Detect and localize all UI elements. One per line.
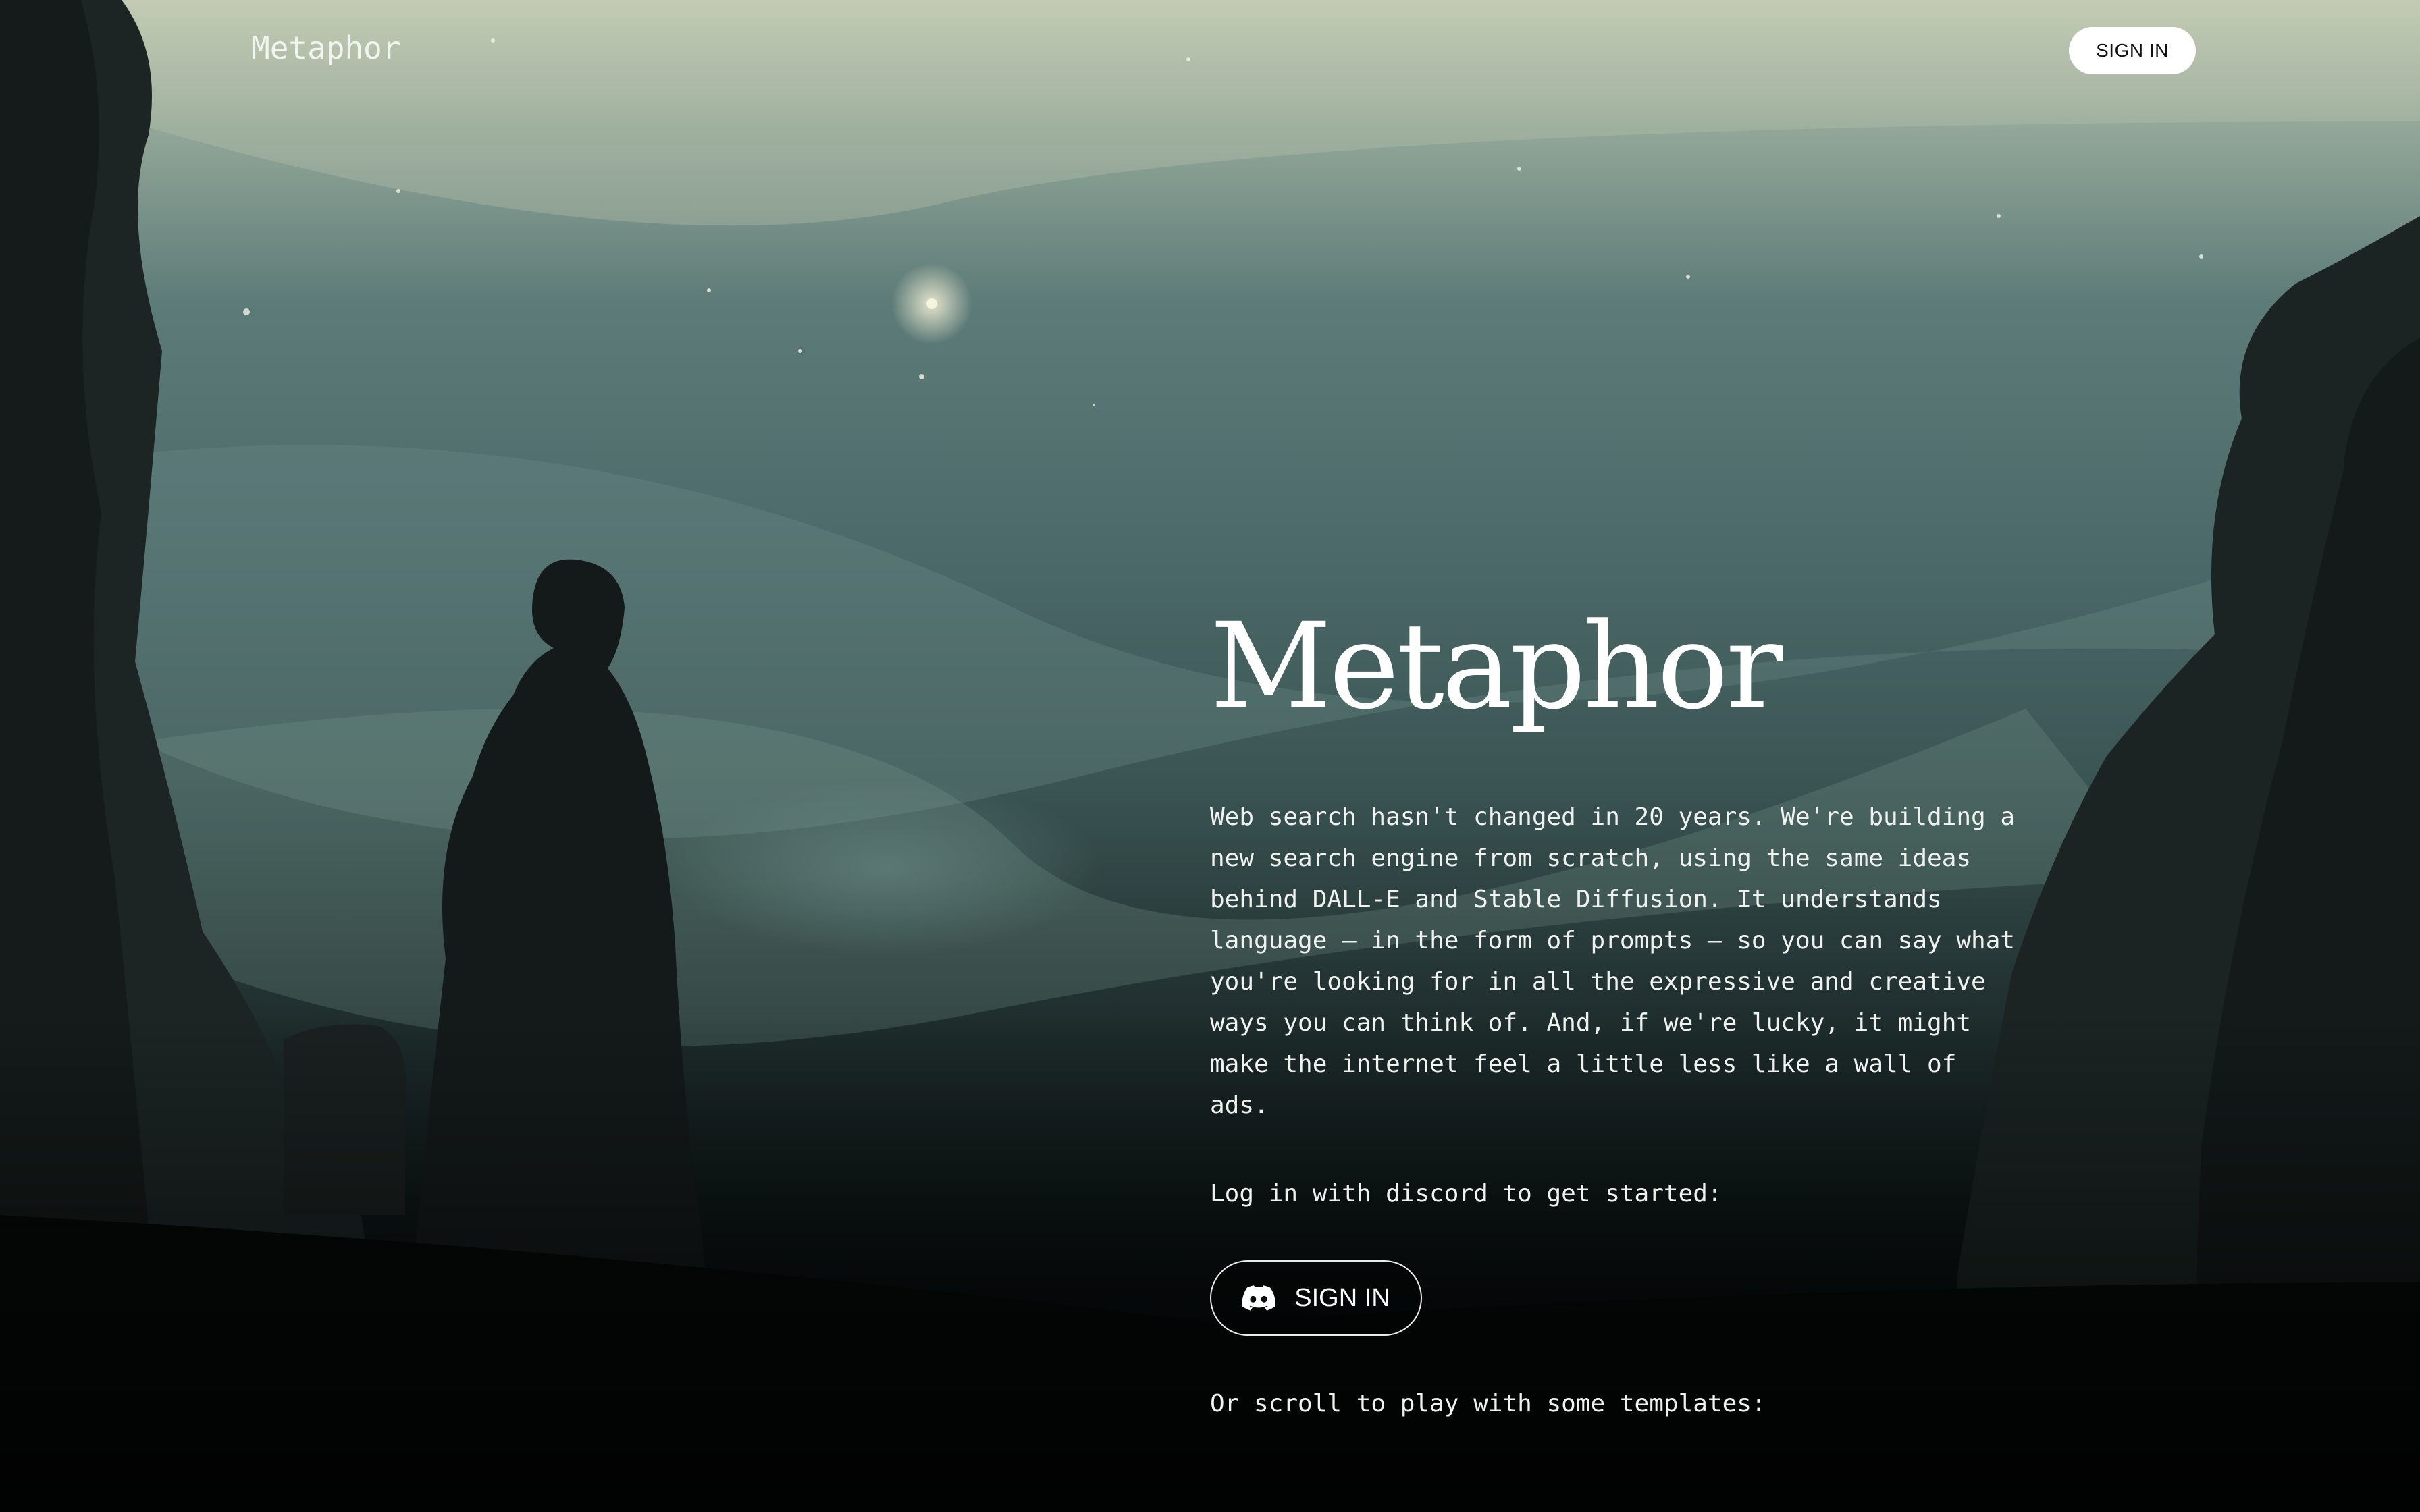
site-logo[interactable]: Metaphor bbox=[251, 30, 401, 66]
landing-page: Metaphor SIGN IN Metaphor Web search has… bbox=[0, 0, 2420, 1512]
discord-sign-in-label: SIGN IN bbox=[1294, 1283, 1390, 1312]
hero-description: Web search hasn't changed in 20 years. W… bbox=[1210, 803, 2016, 1119]
hero-title: Metaphor bbox=[1210, 597, 1783, 736]
discord-icon bbox=[1242, 1285, 1276, 1311]
scroll-prompt: Or scroll to play with some templates: bbox=[1210, 1390, 1766, 1418]
login-prompt: Log in with discord to get started: bbox=[1210, 1180, 1722, 1208]
hero-section: Metaphor Web search hasn't changed in 20… bbox=[1210, 608, 2047, 1418]
discord-sign-in-button[interactable]: SIGN IN bbox=[1210, 1260, 1422, 1336]
header-sign-in-button[interactable]: SIGN IN bbox=[2069, 27, 2196, 74]
